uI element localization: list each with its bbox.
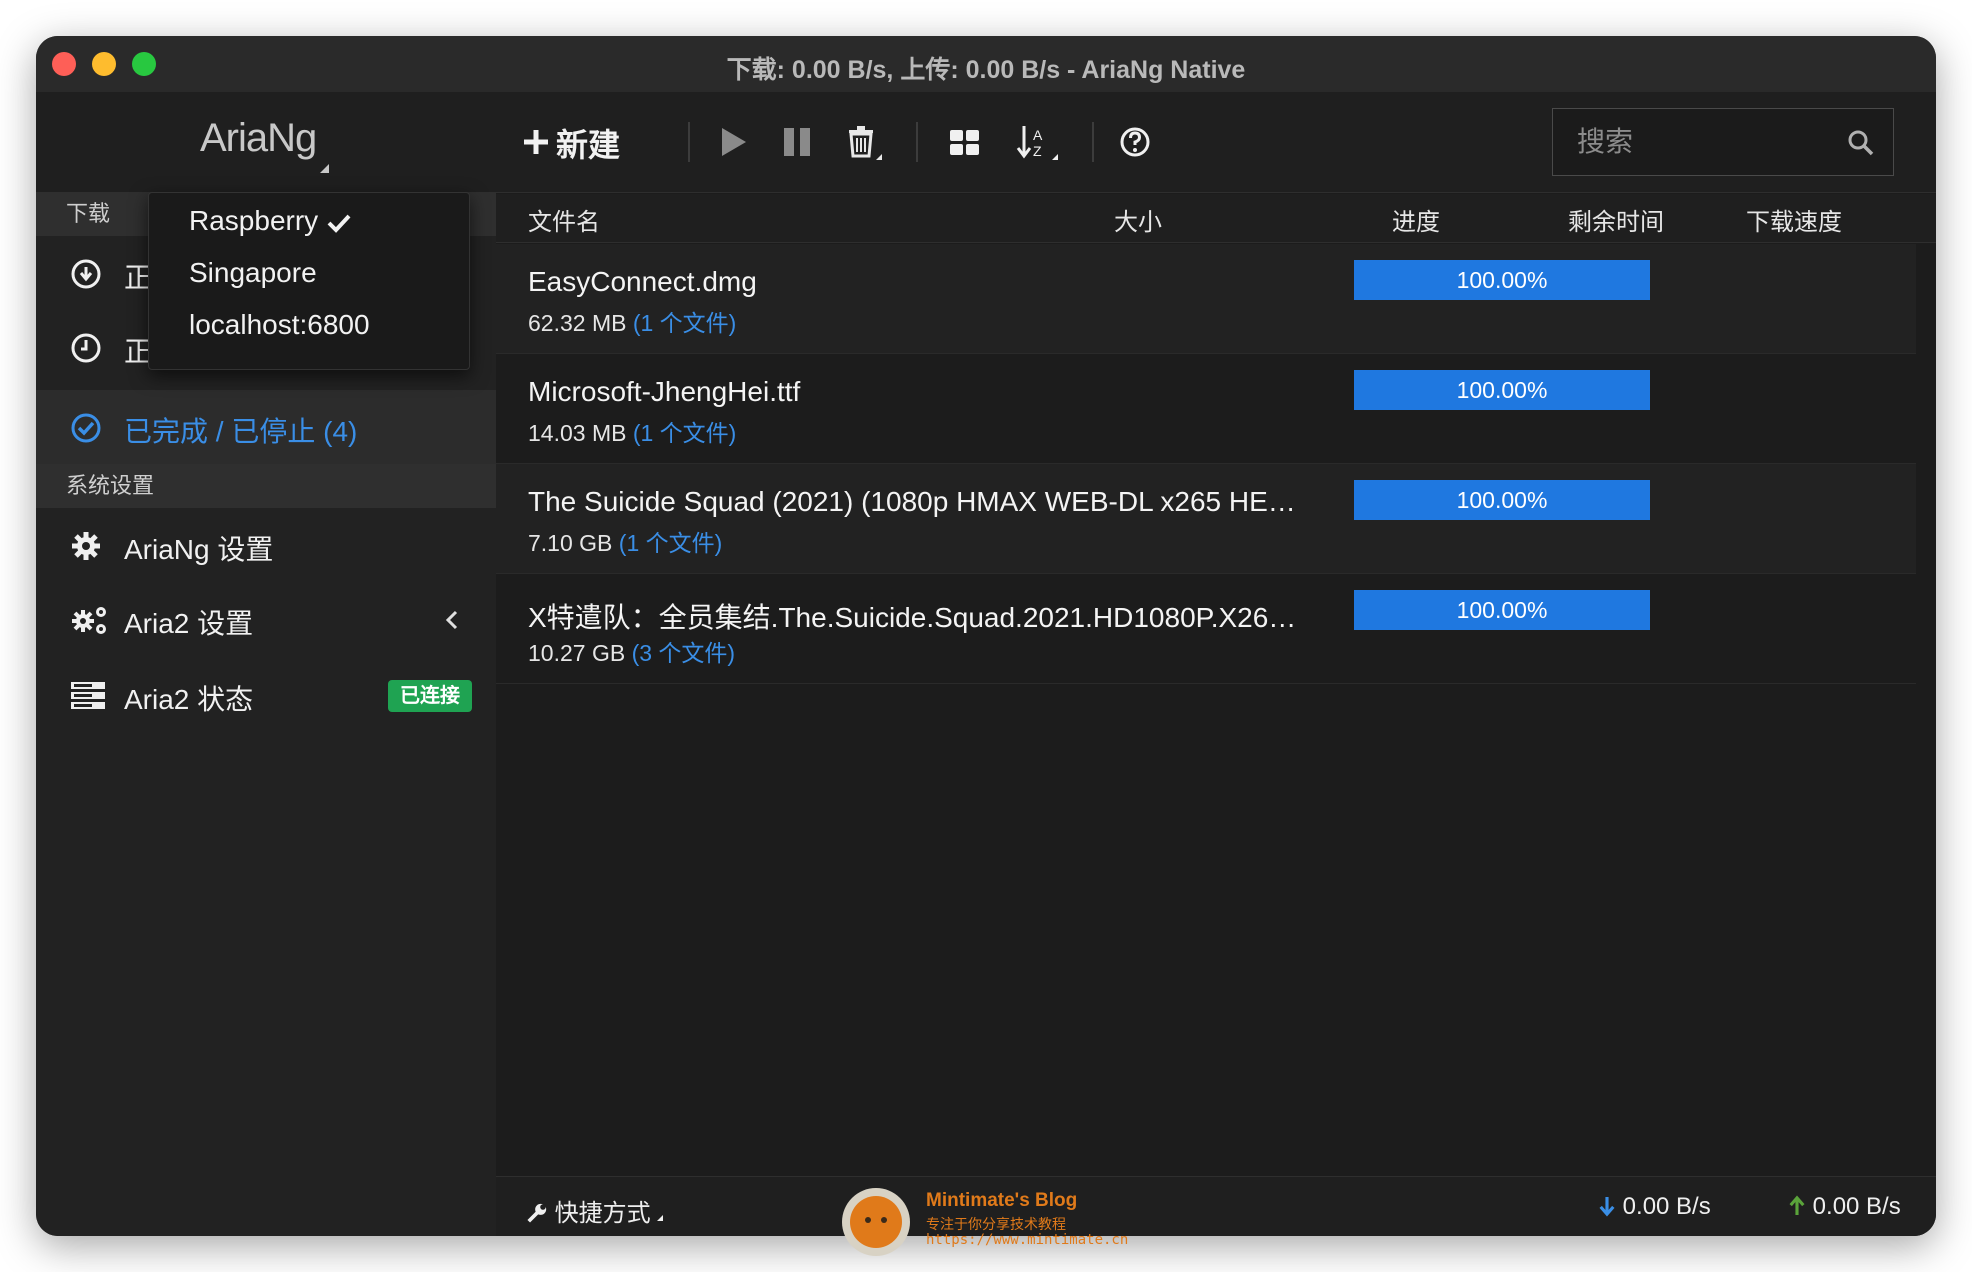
search-box <box>1552 108 1894 176</box>
sidebar-item-label: Aria2 设置 <box>124 608 254 639</box>
progress-bar: 100.00% <box>1354 590 1650 630</box>
download-circle-icon <box>71 259 101 289</box>
toolbar-divider <box>688 122 690 162</box>
download-speed: 0.00 B/s <box>1598 1193 1711 1221</box>
check-icon <box>327 214 351 233</box>
toolbar-divider <box>1092 122 1094 162</box>
svg-text:Z: Z <box>1033 143 1042 159</box>
clock-icon <box>71 333 101 363</box>
start-button[interactable] <box>718 122 748 162</box>
help-icon[interactable] <box>1118 122 1152 162</box>
watermark-url: https://www.mintimate.cn <box>926 1232 1129 1248</box>
rpc-item-raspberry[interactable]: Raspberry <box>189 205 352 237</box>
rpc-item-localhost[interactable]: localhost:6800 <box>189 309 370 341</box>
task-row[interactable]: Microsoft-JhengHei.ttf 14.03 MB (1 个文件) … <box>496 354 1916 464</box>
column-name[interactable]: 文件名 <box>528 202 600 237</box>
task-row[interactable]: The Suicide Squad (2021) (1080p HMAX WEB… <box>496 464 1916 574</box>
column-remaining[interactable]: 剩余时间 <box>1568 202 1664 237</box>
blog-watermark: Mintimate's Blog 专注于你分享技术教程 https://www.… <box>840 1186 1140 1258</box>
rpc-server-dropdown: Raspberry Singapore localhost:6800 <box>148 192 470 370</box>
search-input[interactable] <box>1553 109 1823 175</box>
task-row[interactable]: X特遣队：全员集结.The.Suicide.Squad.2021.HD1080P… <box>496 574 1916 684</box>
sort-icon[interactable]: A Z <box>1016 122 1060 162</box>
column-progress[interactable]: 进度 <box>1392 202 1440 237</box>
task-size: 62.32 MB <box>528 310 627 336</box>
caret-icon <box>656 1215 663 1221</box>
download-speed-value: 0.00 B/s <box>1622 1193 1711 1220</box>
grid-view-icon[interactable] <box>948 122 982 162</box>
task-files-link[interactable]: (1 个文件) <box>619 530 723 556</box>
task-list-header: 文件名 大小 进度 剩余时间 下载速度 <box>496 194 1936 243</box>
toolbar-divider <box>916 122 918 162</box>
title-bar: 下载: 0.00 B/s, 上传: 0.00 B/s - AriaNg Nati… <box>36 36 1936 93</box>
search-icon[interactable] <box>1847 129 1875 157</box>
task-size-line: 14.03 MB (1 个文件) <box>528 414 736 448</box>
task-name[interactable]: The Suicide Squad (2021) (1080p HMAX WEB… <box>528 486 1296 518</box>
task-size-line: 62.32 MB (1 个文件) <box>528 304 736 338</box>
sidebar-item-label: AriaNg 设置 <box>124 534 274 565</box>
sidebar-item-label: Aria2 状态 <box>124 684 254 715</box>
toolbar: 新建 A Z 搜索 <box>496 92 1936 193</box>
column-size[interactable]: 大小 <box>1114 202 1162 237</box>
sidebar-item-label: 已完成 / 已停止 (4) <box>124 416 358 447</box>
task-files-link[interactable]: (3 个文件) <box>632 640 736 666</box>
task-name[interactable]: X特遣队：全员集结.The.Suicide.Squad.2021.HD1080P… <box>528 596 1296 636</box>
task-size: 10.27 GB <box>528 640 626 666</box>
sidebar-item-ariang-settings[interactable]: AriaNg 设置 <box>36 508 496 582</box>
status-bar: 快捷方式 0.00 B/s 0.00 B/s <box>496 1176 1936 1236</box>
chevron-left-icon[interactable] <box>440 606 464 634</box>
progress-bar: 100.00% <box>1354 370 1650 410</box>
upload-speed-value: 0.00 B/s <box>1812 1193 1901 1220</box>
progress-bar: 100.00% <box>1354 480 1650 520</box>
gear-icon <box>72 532 100 560</box>
task-size: 14.03 MB <box>528 420 627 446</box>
plus-icon <box>524 130 548 154</box>
connection-status-badge: 已连接 <box>388 680 472 712</box>
rpc-item-label: Raspberry <box>189 205 319 236</box>
check-circle-icon <box>71 413 101 443</box>
task-size-line: 10.27 GB (3 个文件) <box>528 634 735 668</box>
column-speed[interactable]: 下载速度 <box>1746 202 1842 237</box>
progress-bar: 100.00% <box>1354 260 1650 300</box>
progress-label: 100.00% <box>1456 597 1548 623</box>
watermark-subtitle: 专注于你分享技术教程 <box>926 1216 1066 1232</box>
progress-label: 100.00% <box>1456 267 1548 293</box>
new-task-label: 新建 <box>556 127 621 163</box>
window-title: 下载: 0.00 B/s, 上传: 0.00 B/s - AriaNg Nati… <box>726 56 1246 84</box>
arrow-down-icon <box>1599 1197 1615 1217</box>
upload-speed: 0.00 B/s <box>1788 1193 1901 1221</box>
task-name[interactable]: EasyConnect.dmg <box>528 266 757 298</box>
progress-label: 100.00% <box>1456 377 1548 403</box>
new-task-button[interactable]: 新建 <box>522 122 652 163</box>
shortcuts-label: 快捷方式 <box>554 1200 651 1227</box>
sidebar-item-completed[interactable]: 已完成 / 已停止 (4) <box>36 390 496 464</box>
task-name[interactable]: Microsoft-JhengHei.ttf <box>528 376 800 408</box>
arrow-up-icon <box>1789 1195 1805 1215</box>
sidebar-item-aria2-status[interactable]: Aria2 状态 已连接 <box>36 658 496 732</box>
main-panel: 新建 A Z 搜索 文件名 大小 进度 剩余时间 下载速度 EasyConnec… <box>496 92 1936 1236</box>
app-window: 下载: 0.00 B/s, 上传: 0.00 B/s - AriaNg Nati… <box>36 36 1936 1236</box>
shortcuts-menu[interactable]: 快捷方式 <box>526 1193 663 1228</box>
task-size: 7.10 GB <box>528 530 613 556</box>
caret-icon <box>320 164 329 173</box>
wrench-icon <box>527 1203 547 1223</box>
task-row[interactable]: EasyConnect.dmg 62.32 MB (1 个文件) 100.00% <box>496 244 1916 354</box>
watermark-title: Mintimate's Blog <box>926 1190 1078 1211</box>
sidebar-item-aria2-settings[interactable]: Aria2 设置 <box>36 582 496 656</box>
svg-text:A: A <box>1033 127 1043 143</box>
blog-logo-icon <box>842 1188 910 1256</box>
server-icon <box>71 682 105 709</box>
task-files-link[interactable]: (1 个文件) <box>633 420 737 446</box>
app-logo: AriaNg <box>200 116 317 160</box>
delete-button[interactable] <box>846 122 884 162</box>
logo-area[interactable]: AriaNg <box>36 92 496 192</box>
progress-label: 100.00% <box>1456 487 1548 513</box>
gears-icon <box>72 607 106 634</box>
task-files-link[interactable]: (1 个文件) <box>633 310 737 336</box>
task-size-line: 7.10 GB (1 个文件) <box>528 524 722 558</box>
settings-section-header: 系统设置 <box>36 464 496 508</box>
rpc-item-singapore[interactable]: Singapore <box>189 257 317 289</box>
pause-button[interactable] <box>782 122 812 162</box>
